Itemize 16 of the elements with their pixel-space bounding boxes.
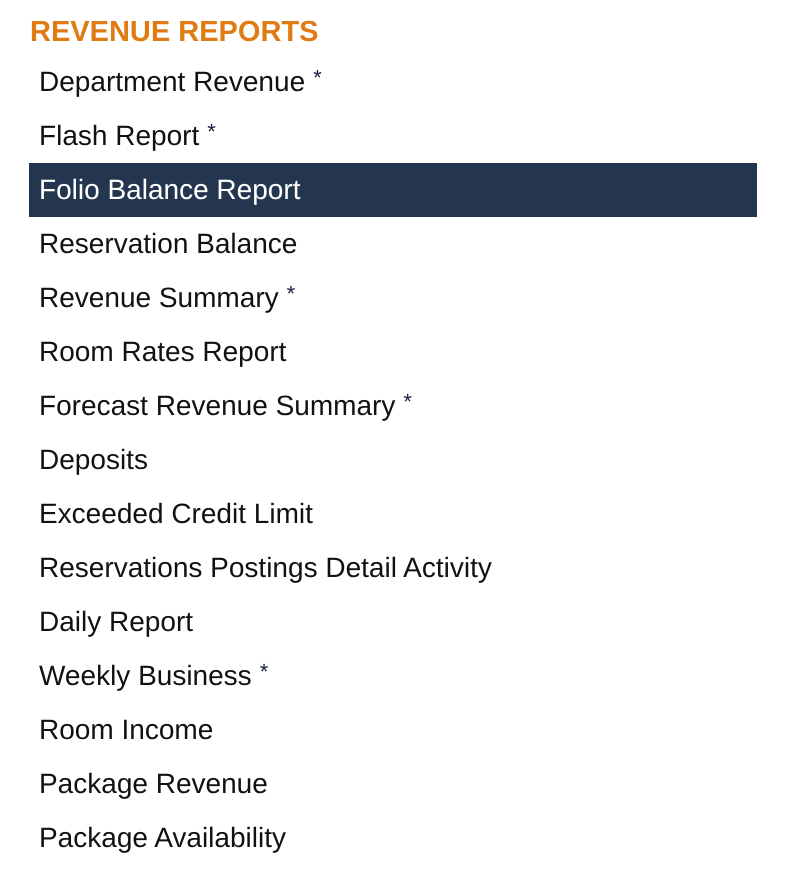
- report-link[interactable]: Room Rates Report: [29, 325, 757, 379]
- report-link[interactable]: Department Revenue *: [29, 55, 757, 109]
- report-link[interactable]: Package Revenue: [29, 757, 757, 811]
- report-link[interactable]: Weekly Business *: [29, 649, 757, 703]
- report-link[interactable]: Daily Report: [29, 595, 757, 649]
- report-link[interactable]: Reservation Balance: [29, 217, 757, 271]
- report-link[interactable]: Revenue Summary *: [29, 271, 757, 325]
- section-heading: REVENUE REPORTS: [29, 15, 320, 50]
- report-link[interactable]: Exceeded Credit Limit: [29, 487, 757, 541]
- report-link[interactable]: Package Availability: [29, 811, 757, 865]
- report-link[interactable]: Forecast Revenue Summary *: [29, 379, 757, 433]
- report-link[interactable]: Folio Balance Report: [29, 163, 757, 217]
- report-link[interactable]: Deposits: [29, 433, 757, 487]
- report-link[interactable]: Room Income: [29, 703, 757, 757]
- report-link[interactable]: Reservations Postings Detail Activity: [29, 541, 757, 595]
- report-link[interactable]: Flash Report *: [29, 109, 757, 163]
